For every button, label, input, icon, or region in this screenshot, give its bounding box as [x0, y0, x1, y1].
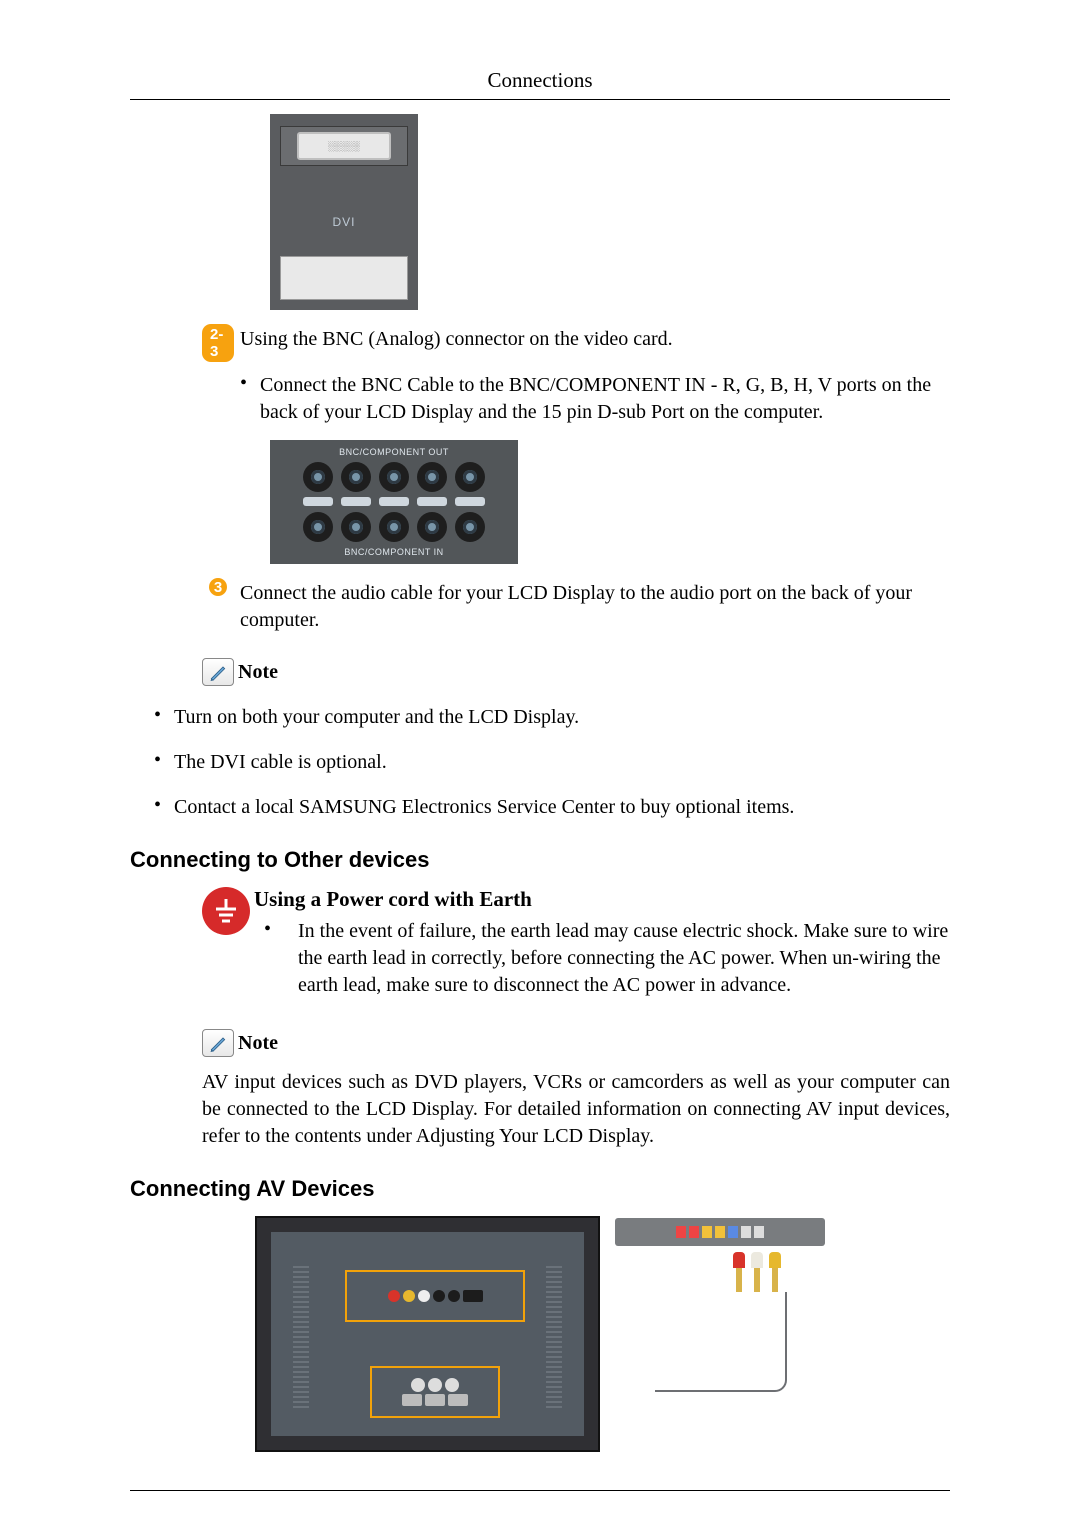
mini-port-icon — [448, 1394, 468, 1406]
rca-plug-white-icon — [751, 1252, 763, 1292]
bnc-tags — [303, 497, 485, 506]
note-2-label: Note — [238, 1032, 278, 1055]
vcr-port-icon — [689, 1226, 699, 1238]
step-2-3-bullets: • Connect the BNC Cable to the BNC/COMPO… — [130, 372, 950, 426]
port-panel-highlight-bottom — [370, 1366, 500, 1418]
bnc-tag — [417, 497, 447, 506]
bnc-tag — [303, 497, 333, 506]
bnc-port-icon — [455, 512, 485, 542]
figure-dvi-port: ░░░░░ DVI — [270, 114, 418, 310]
step-2-3-text: Using the BNC (Analog) connector on the … — [240, 324, 950, 353]
heading-connecting-other: Connecting to Other devices — [130, 847, 950, 873]
header-rule — [130, 99, 950, 100]
dvi-port-box: ░░░░░ — [280, 126, 408, 166]
mini-port-icon — [433, 1290, 445, 1302]
vcr-port-icon — [741, 1226, 751, 1238]
bnc-tag — [379, 497, 409, 506]
mini-port-icon — [428, 1378, 442, 1392]
bullet-dot: • — [240, 372, 260, 426]
note-icon — [202, 1029, 234, 1057]
ground-warning-row: Using a Power cord with Earth • In the e… — [202, 887, 950, 1005]
note-2-text: AV input devices such as DVD players, VC… — [130, 1069, 950, 1150]
mini-port-icon — [448, 1290, 460, 1302]
bnc-in-label: BNC/COMPONENT IN — [344, 547, 443, 557]
note-1-item-1: The DVI cable is optional. — [174, 749, 950, 776]
bnc-in-row — [303, 512, 485, 542]
vcr-back-icon — [615, 1218, 825, 1246]
vcr-port-icon — [715, 1226, 725, 1238]
figure-av-devices — [130, 1216, 950, 1456]
bnc-port-icon — [341, 512, 371, 542]
step-2-3-bullet-text: Connect the BNC Cable to the BNC/COMPONE… — [260, 372, 950, 426]
note-2-header: Note — [202, 1029, 950, 1057]
page-header-title: Connections — [130, 68, 950, 99]
bnc-port-icon — [417, 512, 447, 542]
dvi-port-label: DVI — [270, 215, 418, 229]
bnc-port-icon — [303, 512, 333, 542]
heading-connecting-av: Connecting AV Devices — [130, 1176, 950, 1202]
figure-bnc-ports: BNC/COMPONENT OUT BNC/COMPONENT IN — [270, 440, 518, 564]
bnc-port-icon — [303, 462, 333, 492]
mini-port-icon — [388, 1290, 400, 1302]
footer-rule — [130, 1490, 950, 1491]
bnc-tag — [341, 497, 371, 506]
mini-port-icon — [418, 1290, 430, 1302]
port-panel-highlight-top — [345, 1270, 525, 1322]
mini-port-icon — [411, 1378, 425, 1392]
rca-plug-yellow-icon — [769, 1252, 781, 1292]
bnc-port-icon — [455, 462, 485, 492]
rca-cable-icon — [733, 1252, 781, 1292]
vent-icon — [293, 1266, 309, 1408]
step-2-3-row: 2-3 Using the BNC (Analog) connector on … — [202, 324, 950, 362]
vcr-port-icon — [702, 1226, 712, 1238]
note-1-list: •Turn on both your computer and the LCD … — [130, 704, 950, 821]
subheading-power-cord-earth: Using a Power cord with Earth — [254, 887, 950, 912]
rca-plug-red-icon — [733, 1252, 745, 1292]
note-1-item-0: Turn on both your computer and the LCD D… — [174, 704, 950, 731]
page: Connections ░░░░░ DVI 2-3 Using the BNC … — [0, 0, 1080, 1531]
step-marker-3: 3 — [209, 578, 227, 596]
bnc-tag — [455, 497, 485, 506]
note-1-item-2: Contact a local SAMSUNG Electronics Serv… — [174, 794, 950, 821]
vcr-port-icon — [676, 1226, 686, 1238]
dvi-cable-icon — [280, 256, 408, 300]
ground-bullet-text: In the event of failure, the earth lead … — [298, 918, 950, 999]
note-1-header: Note — [202, 658, 950, 686]
dvi-port-icon: ░░░░░ — [297, 132, 391, 160]
bnc-port-icon — [379, 512, 409, 542]
bnc-out-row — [303, 462, 485, 492]
ground-icon — [202, 887, 250, 935]
step-3-text: Connect the audio cable for your LCD Dis… — [240, 578, 950, 634]
note-1-label: Note — [238, 661, 278, 684]
cable-wire-icon — [655, 1292, 787, 1392]
vcr-port-icon — [754, 1226, 764, 1238]
note-icon — [202, 658, 234, 686]
mini-port-icon — [445, 1378, 459, 1392]
tv-back-icon — [255, 1216, 600, 1452]
bnc-port-icon — [341, 462, 371, 492]
mini-port-icon — [402, 1394, 422, 1406]
bnc-port-icon — [417, 462, 447, 492]
bnc-port-icon — [379, 462, 409, 492]
mini-port-icon — [403, 1290, 415, 1302]
step-3-row: 3 Connect the audio cable for your LCD D… — [202, 578, 950, 634]
mini-port-icon — [463, 1290, 483, 1302]
step-marker-2-3: 2-3 — [202, 324, 234, 362]
vcr-port-icon — [728, 1226, 738, 1238]
bnc-out-label: BNC/COMPONENT OUT — [339, 447, 449, 457]
ground-body: Using a Power cord with Earth • In the e… — [250, 887, 950, 1005]
vent-icon — [546, 1266, 562, 1408]
mini-port-icon — [425, 1394, 445, 1406]
